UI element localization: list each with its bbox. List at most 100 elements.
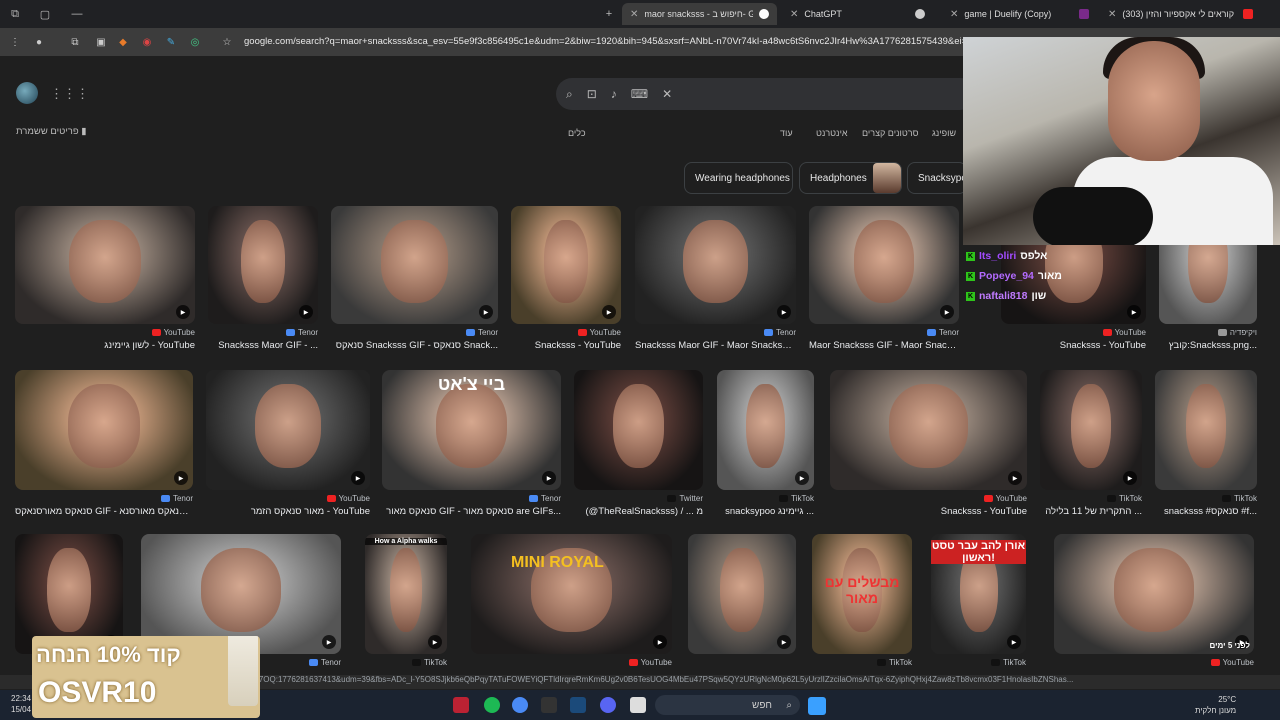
filter-tools[interactable]: כלים [568, 128, 586, 138]
result-title[interactable]: Snacksss Maor GIF - Maor Snacksss GIF - … [635, 340, 796, 351]
account-avatar[interactable] [16, 82, 38, 104]
clock[interactable]: 22:34 15/04 [11, 693, 31, 715]
app-icon[interactable] [541, 697, 557, 713]
result-title[interactable]: Maor Snacksss GIF - Maor Snacksss ... [809, 340, 959, 351]
tab-chatgpt[interactable]: ✕ ChatGPT [782, 3, 937, 25]
image-result[interactable]: ▶ Tenor סנאקס מאורסנאקס GIF - סנאקס מאורסנ… [15, 370, 193, 524]
tab-youtube[interactable]: ✕ (303) קוראים לי אקספיור והזין [1100, 3, 1265, 25]
result-title[interactable]: snacksss #סנאקס #f... [1164, 506, 1257, 517]
keyboard-icon[interactable]: ⌨ [631, 87, 648, 101]
result-title[interactable]: Snacksss - YouTube [1060, 340, 1146, 351]
menu-dots-icon[interactable]: ⋮ [4, 31, 26, 53]
discord-icon[interactable] [600, 697, 616, 713]
file-icon[interactable] [630, 697, 646, 713]
result-thumbnail[interactable]: ▶ [809, 206, 959, 324]
result-thumbnail[interactable]: ▶ [331, 206, 498, 324]
saved-items-link[interactable]: פריטים ששמרת ▮ [16, 126, 87, 137]
taskbar-search[interactable]: חפש ⌕ [655, 695, 800, 715]
result-thumbnail[interactable]: ▶ ביי צ'אט [382, 370, 561, 490]
result-thumbnail[interactable]: ▶ [206, 370, 370, 490]
result-thumbnail[interactable]: ▶ [511, 206, 621, 324]
search-bar[interactable]: ⌕ ⊡ ♪ ⌨ ✕ [556, 78, 976, 110]
result-title[interactable]: קובץ:Snacksss.png... [1169, 340, 1257, 351]
apps-grid-icon[interactable]: ⋮⋮⋮ [50, 86, 89, 102]
result-thumbnail[interactable]: ▶ [15, 370, 193, 490]
weather-widget[interactable]: 25°C מעונן חלקית [1195, 694, 1236, 716]
result-thumbnail[interactable]: ▶ אורן להב עבר טסט ראשון! [931, 534, 1026, 654]
image-result[interactable]: ▶ Tenor Snacksss Maor GIF - Maor Snacksss … [635, 206, 796, 358]
chip-headphones[interactable]: Headphones [799, 162, 902, 194]
result-title[interactable]: סנאקס מאורסנאקס GIF - סנאקס מאורסנא... [15, 506, 193, 517]
close-icon[interactable]: ✕ [790, 9, 798, 20]
result-title[interactable]: Snacksss - YouTube [941, 506, 1027, 517]
new-tab-button[interactable]: + [594, 0, 624, 28]
result-title[interactable]: Snacksss Maor GIF - ... [218, 340, 318, 351]
window-menu-icon[interactable]: ⧉ [0, 0, 30, 28]
result-thumbnail[interactable]: ▶ [717, 370, 814, 490]
close-icon[interactable]: ✕ [630, 9, 638, 20]
url-field[interactable]: google.com/search?q=maor+snacksss&sca_es… [244, 36, 964, 47]
spotify-icon[interactable] [484, 697, 500, 713]
result-thumbnail[interactable] [1155, 370, 1257, 490]
chrome-icon[interactable] [512, 697, 528, 713]
filter-web[interactable]: אינטרנט [816, 128, 848, 138]
image-result[interactable]: ▶ Tenor סנאקס Snacksss GIF - סנאקס Snack..… [331, 206, 498, 358]
image-result[interactable]: ▶ TikTok התקרית של 11 בלילה ... [1040, 370, 1142, 524]
filter-shopping[interactable]: שופינג [932, 128, 956, 138]
extensions-icon[interactable]: ⧉ [64, 31, 86, 53]
search-icon[interactable]: ⌕ [566, 87, 573, 102]
profile-icon[interactable]: ● [28, 31, 50, 53]
extension-icon-3[interactable]: ◉ [136, 31, 158, 53]
result-title[interactable]: התקרית של 11 בלילה ... [1045, 506, 1142, 517]
result-thumbnail[interactable]: ▶ [1040, 370, 1142, 490]
extension-icon-1[interactable]: ▣ [90, 31, 112, 53]
filter-more[interactable]: עוד [780, 128, 793, 138]
image-result[interactable]: ▶ YouTube מאור סנאקס הזמר - YouTube [206, 370, 370, 524]
lens-icon[interactable]: ⊡ [587, 87, 597, 101]
image-result[interactable]: ▶ ביי צ'אט Tenor סנאקס מאור GIF - סנאקס מאו… [382, 370, 561, 524]
minimize-icon[interactable]: — [62, 0, 92, 28]
result-thumbnail[interactable]: ▶ [688, 534, 796, 654]
result-title[interactable]: סנאקס מאור GIF - סנאקס מאור are GIFs... [386, 506, 561, 517]
result-title[interactable]: לשון גיימינג - YouTube [104, 340, 195, 351]
image-result[interactable]: מבשלים עם מאור TikTok [812, 534, 912, 688]
result-thumbnail[interactable]: ▶ How a Alpha walks [365, 534, 447, 654]
result-title[interactable]: סנאקס Snacksss GIF - סנאקס Snack... [336, 340, 498, 351]
image-result[interactable]: ▶ אורן להב עבר טסט ראשון! TikTok [931, 534, 1026, 688]
result-thumbnail[interactable]: ▶ [208, 206, 318, 324]
image-result[interactable]: ▶ Tenor Snacksss Maor GIF - ... [208, 206, 318, 358]
chip-wearing-headphones[interactable]: Wearing headphones [684, 162, 793, 194]
tab-google-search[interactable]: ✕ maor snacksss - חיפוש ב- Goog [622, 3, 777, 25]
result-thumbnail[interactable]: ▶ MINI ROYAL [471, 534, 672, 654]
image-result[interactable]: ▶ MINI ROYAL YouTube [471, 534, 672, 688]
image-result[interactable]: Twitter (@TheRealSnacksss) / ... מ [574, 370, 703, 524]
bookmark-star-icon[interactable]: ☆ [216, 31, 238, 53]
result-thumbnail[interactable] [574, 370, 703, 490]
image-result[interactable]: ▶ YouTube Snacksss - YouTube [830, 370, 1027, 524]
clear-icon[interactable]: ✕ [662, 87, 672, 101]
steam-icon[interactable] [570, 697, 586, 713]
result-title[interactable]: מאור סנאקס הזמר - YouTube [251, 506, 370, 517]
result-thumbnail[interactable]: ▶ [830, 370, 1027, 490]
image-result[interactable]: TikTok snacksss #סנאקס #f... [1155, 370, 1257, 524]
image-result[interactable]: ▶ TikTok snacksypoo גיימינג ... [717, 370, 814, 524]
windows-start-icon[interactable] [808, 697, 826, 715]
app-icon[interactable] [453, 697, 469, 713]
result-thumbnail[interactable]: ▶ [635, 206, 796, 324]
chip-snacksypoo[interactable]: Snacksypo [907, 162, 967, 194]
extension-icon-2[interactable]: ◆ [112, 31, 134, 53]
tab-duelify[interactable]: ✕ game | Duelify (Copy) [942, 3, 1097, 25]
result-title[interactable]: Snacksss - YouTube [535, 340, 621, 351]
mic-icon[interactable]: ♪ [611, 87, 617, 101]
image-result[interactable]: ▶ YouTube לשון גיימינג - YouTube [15, 206, 195, 358]
close-icon[interactable]: ✕ [1108, 9, 1116, 20]
result-thumbnail[interactable]: ▶ [15, 206, 195, 324]
close-icon[interactable]: ✕ [950, 9, 958, 20]
image-result[interactable]: ▶ לפני 5 ימים YouTube [1054, 534, 1254, 688]
filter-shorts[interactable]: סרטונים קצרים [862, 128, 918, 138]
image-result[interactable]: ▶ YouTube Snacksss - YouTube [511, 206, 621, 358]
image-result[interactable]: ▶ [688, 534, 796, 688]
result-thumbnail[interactable]: ▶ לפני 5 ימים [1054, 534, 1254, 654]
image-result[interactable]: ▶ How a Alpha walks TikTok [365, 534, 447, 688]
image-result[interactable]: ▶ Tenor Maor Snacksss GIF - Maor Snacksss … [809, 206, 959, 358]
